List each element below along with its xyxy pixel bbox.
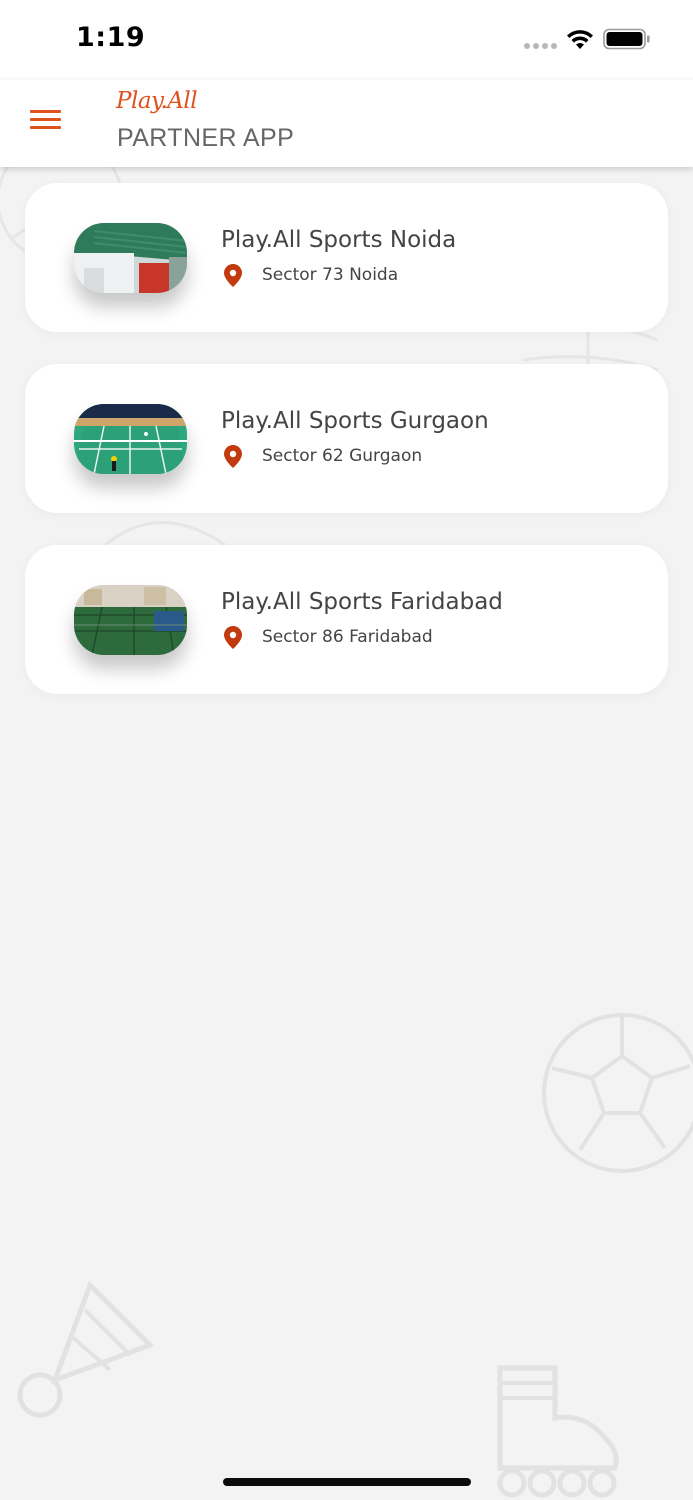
- status-bar: 1:19: [0, 0, 693, 80]
- venue-address: Sector 62 Gurgaon: [262, 446, 423, 466]
- venue-thumbnail: [74, 223, 187, 293]
- venue-address: Sector 73 Noida: [262, 265, 399, 285]
- venue-list: Play.All Sports Noida Sector 73 Noida Pl…: [25, 183, 668, 726]
- venue-name: Play.All Sports Faridabad: [221, 589, 503, 615]
- football-watermark-icon: [542, 1013, 693, 1173]
- map-pin-icon: [224, 626, 242, 649]
- venue-card-noida[interactable]: Play.All Sports Noida Sector 73 Noida: [25, 183, 668, 332]
- home-indicator[interactable]: [223, 1478, 471, 1486]
- map-pin-icon: [224, 264, 242, 287]
- wifi-icon: [567, 30, 593, 49]
- app-subtitle: PARTNER APP: [117, 124, 295, 152]
- venue-name: Play.All Sports Gurgaon: [221, 408, 489, 434]
- roller-skate-watermark-icon: [497, 1365, 619, 1498]
- app-header: Play.All PARTNER APP: [0, 80, 693, 167]
- hamburger-menu-icon[interactable]: [30, 110, 62, 134]
- status-time: 1:19: [76, 22, 146, 53]
- venue-thumbnail: [74, 404, 187, 474]
- venue-name: Play.All Sports Noida: [221, 227, 457, 253]
- battery-icon: [603, 28, 650, 50]
- venue-address: Sector 86 Faridabad: [262, 627, 433, 647]
- venue-card-gurgaon[interactable]: Play.All Sports Gurgaon Sector 62 Gurgao…: [25, 364, 668, 513]
- venue-thumbnail: [74, 585, 187, 655]
- brand-logo: Play.All: [116, 88, 198, 114]
- cellular-signal-icon: [524, 43, 557, 49]
- shuttlecock-watermark-icon: [17, 1280, 155, 1418]
- map-pin-icon: [224, 445, 242, 468]
- venue-card-faridabad[interactable]: Play.All Sports Faridabad Sector 86 Fari…: [25, 545, 668, 694]
